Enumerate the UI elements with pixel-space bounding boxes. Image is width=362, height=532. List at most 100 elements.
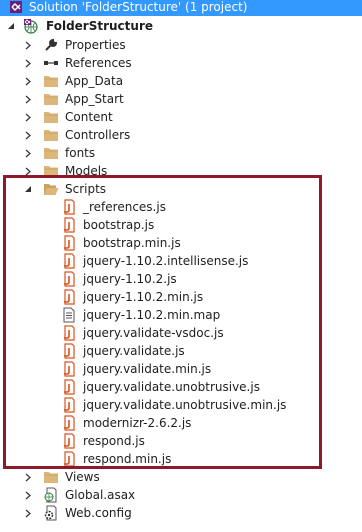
expand-arrow-icon[interactable] (23, 126, 33, 144)
expand-arrow-icon[interactable] (23, 144, 33, 162)
expand-arrow-icon[interactable] (23, 468, 33, 486)
script-file-item-label: jquery.validate-vsdoc.js (83, 326, 224, 340)
js-file-icon (61, 235, 77, 251)
js-file-icon (61, 415, 77, 431)
js-file-icon (61, 379, 77, 395)
script-file-item-label: respond.js (83, 434, 145, 448)
tree-item-properties[interactable]: Properties (0, 36, 362, 54)
folder-icon (43, 127, 59, 143)
tree-item-controllers[interactable]: Controllers (0, 126, 362, 144)
script-file-item[interactable]: jquery.validate.min.js (0, 360, 362, 378)
script-file-item-label: respond.min.js (83, 452, 172, 466)
tree-item-fonts[interactable]: fonts (0, 144, 362, 162)
expand-arrow-icon[interactable] (23, 54, 33, 72)
solution-label: Solution 'FolderStructure' (1 project) (29, 0, 248, 14)
tree-item-views[interactable]: Views (0, 468, 362, 486)
folder-icon (43, 469, 59, 485)
expand-arrow-icon[interactable] (23, 72, 33, 90)
folder-icon (43, 91, 59, 107)
tree-item-web-config-label: Web.config (65, 506, 132, 520)
script-file-item[interactable]: bootstrap.js (0, 216, 362, 234)
script-file-item[interactable]: jquery-1.10.2.min.map (0, 306, 362, 324)
js-file-icon (61, 361, 77, 377)
solution-node[interactable]: Solution 'FolderStructure' (1 project) (0, 0, 362, 16)
expand-arrow-icon[interactable] (23, 504, 33, 522)
config-file-icon (43, 505, 59, 521)
tree-item-views-label: Views (65, 470, 100, 484)
script-file-item-label: jquery.validate.unobtrusive.js (83, 380, 260, 394)
tree-item-models-label: Models (65, 164, 108, 178)
references-icon (43, 55, 59, 71)
script-file-item-label: _references.js (83, 200, 166, 214)
project-label: FolderStructure (46, 19, 154, 33)
script-file-item-label: jquery.validate.unobtrusive.min.js (83, 398, 287, 412)
script-file-item-label: jquery-1.10.2.js (83, 272, 177, 286)
tree-item-app-data-label: App_Data (65, 74, 124, 88)
tree-item-global-asax-label: Global.asax (65, 488, 136, 502)
script-file-item-label: bootstrap.min.js (83, 236, 181, 250)
solution-icon (8, 0, 24, 15)
tree-item-app-start-label: App_Start (65, 92, 124, 106)
js-file-icon (61, 217, 77, 233)
script-file-item[interactable]: jquery-1.10.2.min.js (0, 288, 362, 306)
script-file-item-label: bootstrap.js (83, 218, 155, 232)
script-file-item[interactable]: respond.min.js (0, 450, 362, 468)
js-file-icon (61, 289, 77, 305)
script-file-item[interactable]: modernizr-2.6.2.js (0, 414, 362, 432)
tree-item-content[interactable]: Content (0, 108, 362, 126)
tree-item-scripts-label: Scripts (65, 182, 107, 196)
js-file-icon (61, 343, 77, 359)
script-file-item[interactable]: respond.js (0, 432, 362, 450)
tree-item-fonts-label: fonts (65, 146, 96, 160)
js-file-icon (61, 271, 77, 287)
collapse-arrow-icon[interactable] (23, 180, 33, 198)
js-file-icon (61, 253, 77, 269)
expand-arrow-icon[interactable] (23, 90, 33, 108)
script-file-item-label: jquery-1.10.2.min.map (83, 308, 221, 322)
tree-item-references-label: References (65, 56, 132, 70)
script-file-item[interactable]: jquery.validate.unobtrusive.js (0, 378, 362, 396)
tree-item-controllers-label: Controllers (65, 128, 131, 142)
tree-item-app-start[interactable]: App_Start (0, 90, 362, 108)
tree-item-scripts[interactable]: Scripts (0, 180, 362, 198)
script-file-item-label: jquery.validate.min.js (83, 362, 212, 376)
map-file-icon (61, 307, 77, 323)
script-file-item[interactable]: jquery-1.10.2.js (0, 270, 362, 288)
folder-icon (43, 109, 59, 125)
tree-item-content-label: Content (65, 110, 113, 124)
tree-item-references[interactable]: References (0, 54, 362, 72)
script-file-item-label: jquery.validate.js (83, 344, 185, 358)
tree-item-models[interactable]: Models (0, 162, 362, 180)
expand-arrow-icon[interactable] (23, 36, 33, 54)
folder-icon (43, 145, 59, 161)
script-file-item[interactable]: jquery-1.10.2.intellisense.js (0, 252, 362, 270)
asax-file-icon (43, 487, 59, 503)
script-file-item-label: modernizr-2.6.2.js (83, 416, 192, 430)
script-file-item-label: jquery-1.10.2.min.js (83, 290, 204, 304)
folder-icon (43, 163, 59, 179)
js-file-icon (61, 433, 77, 449)
solution-explorer-tree: Solution 'FolderStructure' (1 project) F… (0, 0, 362, 532)
script-file-item[interactable]: jquery.validate.unobtrusive.min.js (0, 396, 362, 414)
js-file-icon (61, 397, 77, 413)
wrench-icon (43, 37, 59, 53)
tree-item-properties-label: Properties (65, 38, 126, 52)
folder-icon (43, 73, 59, 89)
script-file-item[interactable]: jquery.validate.js (0, 342, 362, 360)
js-file-icon (61, 451, 77, 467)
script-file-item-label: jquery-1.10.2.intellisense.js (83, 254, 249, 268)
expand-arrow-icon[interactable] (23, 108, 33, 126)
expand-arrow-icon[interactable] (23, 486, 33, 504)
tree-item-app-data[interactable]: App_Data (0, 72, 362, 90)
js-file-icon (61, 199, 77, 215)
script-file-item[interactable]: bootstrap.min.js (0, 234, 362, 252)
tree-item-web-config[interactable]: Web.config (0, 504, 362, 522)
js-file-icon (61, 325, 77, 341)
expand-arrow-icon[interactable] (23, 162, 33, 180)
folder-open-icon (43, 181, 59, 197)
script-file-item[interactable]: jquery.validate-vsdoc.js (0, 324, 362, 342)
collapse-arrow-icon[interactable] (6, 17, 16, 35)
script-file-item[interactable]: _references.js (0, 198, 362, 216)
project-node[interactable]: FolderStructure (0, 17, 362, 35)
tree-item-global-asax[interactable]: Global.asax (0, 486, 362, 504)
